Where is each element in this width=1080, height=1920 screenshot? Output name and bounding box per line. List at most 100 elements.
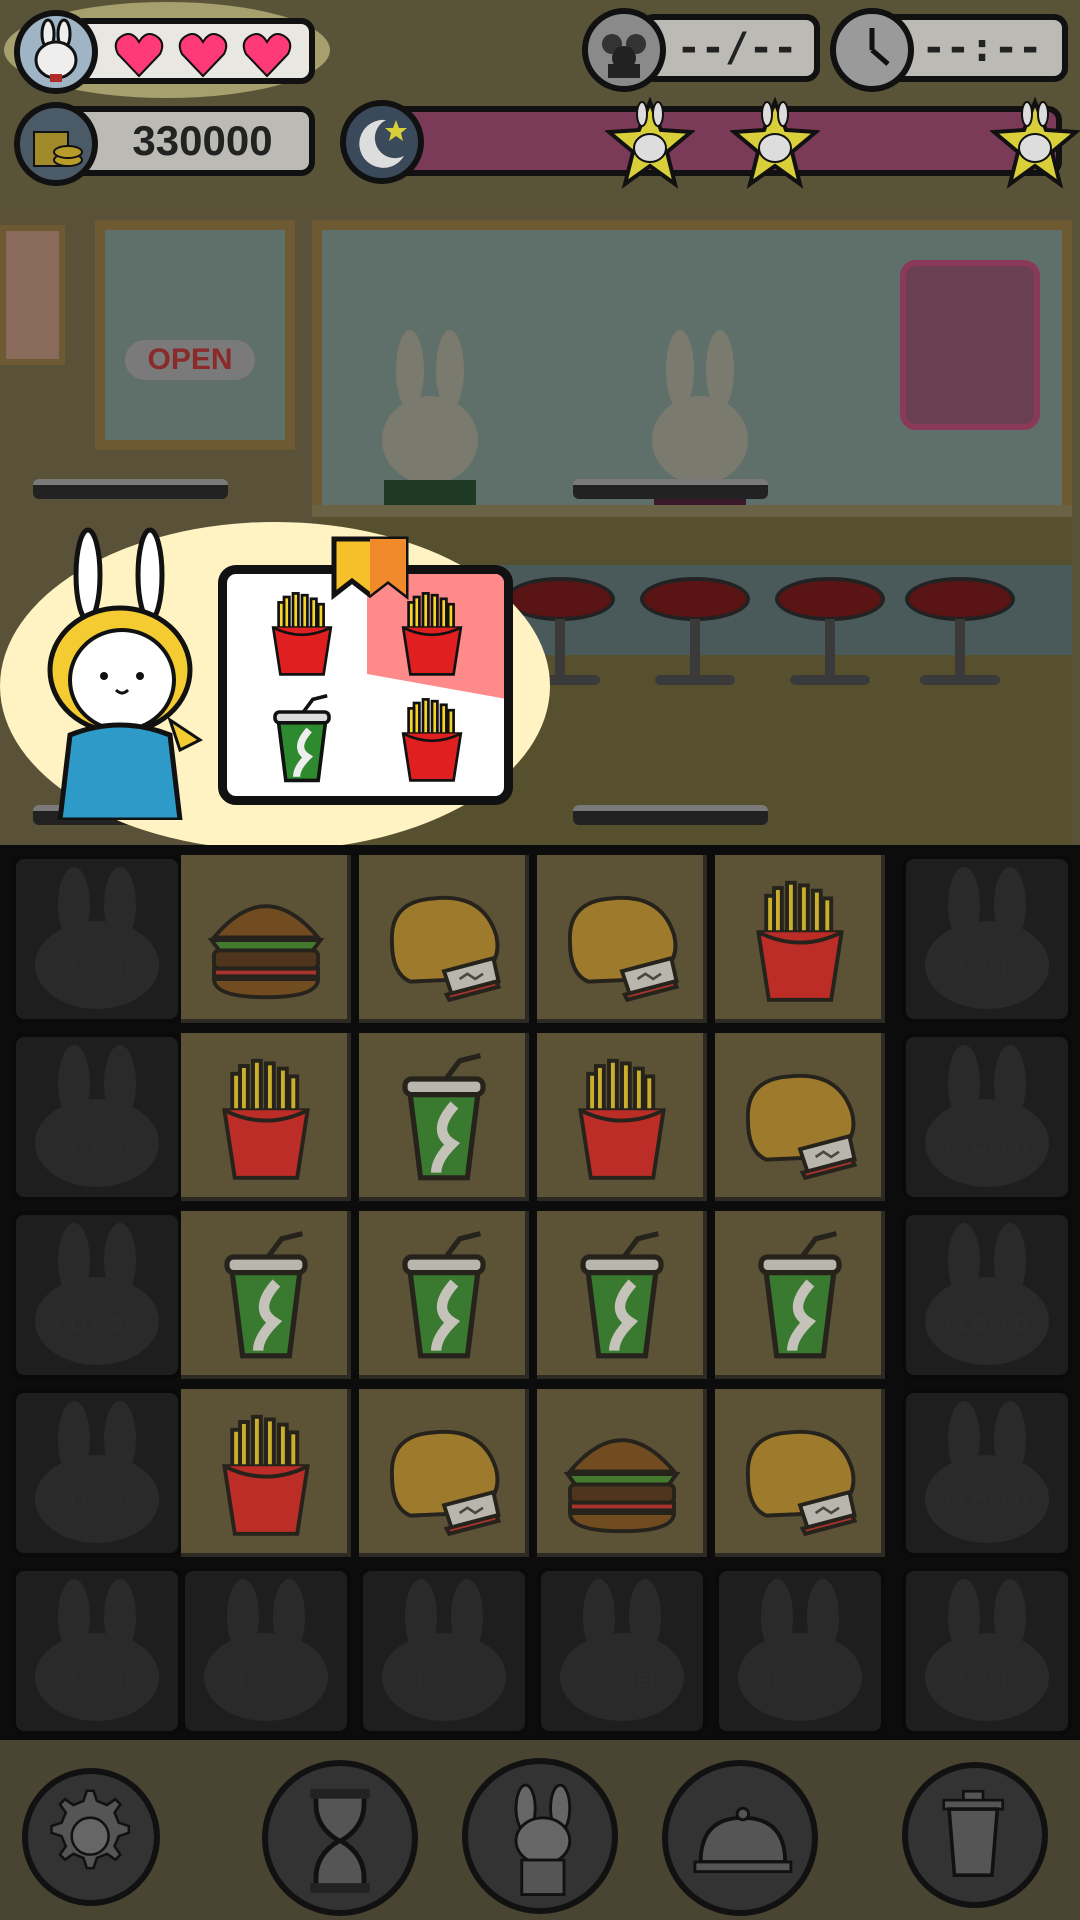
closed-bunny-icon [12,855,182,1027]
fries-icon [557,1053,687,1187]
stool-seat [640,577,750,621]
order-item-fries-icon [387,588,477,682]
trash-icon [908,1789,1042,1906]
progress-star-icon [603,96,697,194]
nugget-icon [379,875,509,1009]
drink-icon [735,1231,865,1365]
shop-neon-sign [900,260,1040,430]
progress-star-icon [988,96,1080,194]
closed-slot: CLOSED [12,855,182,1023]
closed-bunny-icon [359,1567,529,1739]
stool-seat [775,577,885,621]
closed-bunny-icon [902,855,1072,1027]
closed-slot: CLOSED [12,1033,182,1201]
customer-bunny[interactable] [40,520,210,820]
closed-label: CLOSED [55,1314,139,1336]
closed-bunny-icon [902,1389,1072,1561]
hourglass-icon [268,1789,412,1914]
grid-cell-fries[interactable] [537,1033,707,1201]
counter-edge [312,505,1072,517]
closed-label: CLOSED [945,1136,1029,1158]
closed-slot: CLOSED [12,1567,182,1735]
closed-slot: CLOSED [715,1567,885,1735]
closed-label: CLOSED [55,1136,139,1158]
closed-bunny-icon [902,1567,1072,1739]
closed-label: CLOSED [55,1492,139,1514]
cloche-icon [668,1806,812,1914]
fries-icon [201,1053,331,1187]
fries-icon [201,1409,331,1543]
closed-label: CLOSED [758,1670,842,1692]
grid-cell-drink[interactable] [181,1211,351,1379]
hourglass-button[interactable] [262,1760,418,1916]
shop-door-window: OPEN [95,220,295,450]
drink-icon [557,1231,687,1365]
stool-foot [790,675,870,685]
bunny-helper-icon [468,1783,612,1912]
closed-slot: CLOSED [359,1567,529,1735]
closed-slot: CLOSED [902,1211,1072,1379]
customers-counter-text: --/-- [676,25,798,71]
settings-icon [28,1789,154,1904]
stool-foot [655,675,735,685]
lives-pill [70,18,315,84]
fries-icon [735,875,865,1009]
grid-cell-nugget[interactable] [715,1033,885,1201]
closed-slot: CLOSED [902,855,1072,1023]
closed-slot: CLOSED [12,1389,182,1557]
closed-bunny-icon [537,1567,707,1739]
cloche-button[interactable] [662,1760,818,1916]
closed-bunny-icon [12,1033,182,1205]
progress-star-icon [728,96,822,194]
drink-icon [201,1231,331,1365]
settings-button[interactable] [22,1768,160,1906]
grid-cell-fries[interactable] [715,855,885,1023]
drink-icon [379,1231,509,1365]
closed-bunny-icon [12,1389,182,1561]
stool-leg [690,619,700,679]
grid-cell-drink[interactable] [537,1211,707,1379]
grid-cell-burger[interactable] [537,1389,707,1557]
closed-label: CLOSED [55,1670,139,1692]
stool-leg [955,619,965,679]
closed-label: CLOSED [945,958,1029,980]
closed-bunny-icon [12,1567,182,1739]
order-item-drink-icon [257,694,347,788]
customers-icon [582,8,666,92]
closed-label: CLOSED [580,1670,664,1692]
order-item-fries-icon [387,694,477,788]
bottom-toolbar [0,1740,1080,1920]
order-bubble[interactable] [218,565,513,805]
grid-cell-drink[interactable] [359,1033,529,1201]
grid-cell-drink[interactable] [359,1211,529,1379]
grid-cell-burger[interactable] [181,855,351,1023]
closed-label: CLOSED [945,1492,1029,1514]
grid-cell-nugget[interactable] [537,855,707,1023]
open-sign: OPEN [125,340,255,380]
grid-cell-drink[interactable] [715,1211,885,1379]
coins-icon [14,102,98,186]
closed-bunny-icon [902,1033,1072,1205]
customers-counter-pill: --/-- [640,14,820,82]
order-item-fries-icon [257,588,347,682]
table-top-right [573,479,768,499]
stool-leg [825,619,835,679]
closed-bunny-icon [181,1567,351,1739]
closed-slot: CLOSED [12,1211,182,1379]
progress-bar [390,106,1062,176]
grid-cell-fries[interactable] [181,1033,351,1201]
grid-cell-nugget[interactable] [359,855,529,1023]
player-avatar-icon[interactable] [14,10,98,94]
grid-cell-nugget[interactable] [715,1389,885,1557]
food-grid: CLOSED CLOSED CLOSED CLOSED CLOSED CLOSE… [0,845,1080,1740]
closed-bunny-icon [715,1567,885,1739]
closed-label: CLOSED [945,1670,1029,1692]
table-bottom-right [573,805,768,825]
nugget-icon [379,1409,509,1543]
grid-cell-nugget[interactable] [359,1389,529,1557]
trash-button[interactable] [902,1762,1048,1908]
closed-label: CLOSED [402,1670,486,1692]
closed-slot: CLOSED [537,1567,707,1735]
bunny-helper-button[interactable] [462,1758,618,1914]
grid-cell-fries[interactable] [181,1389,351,1557]
